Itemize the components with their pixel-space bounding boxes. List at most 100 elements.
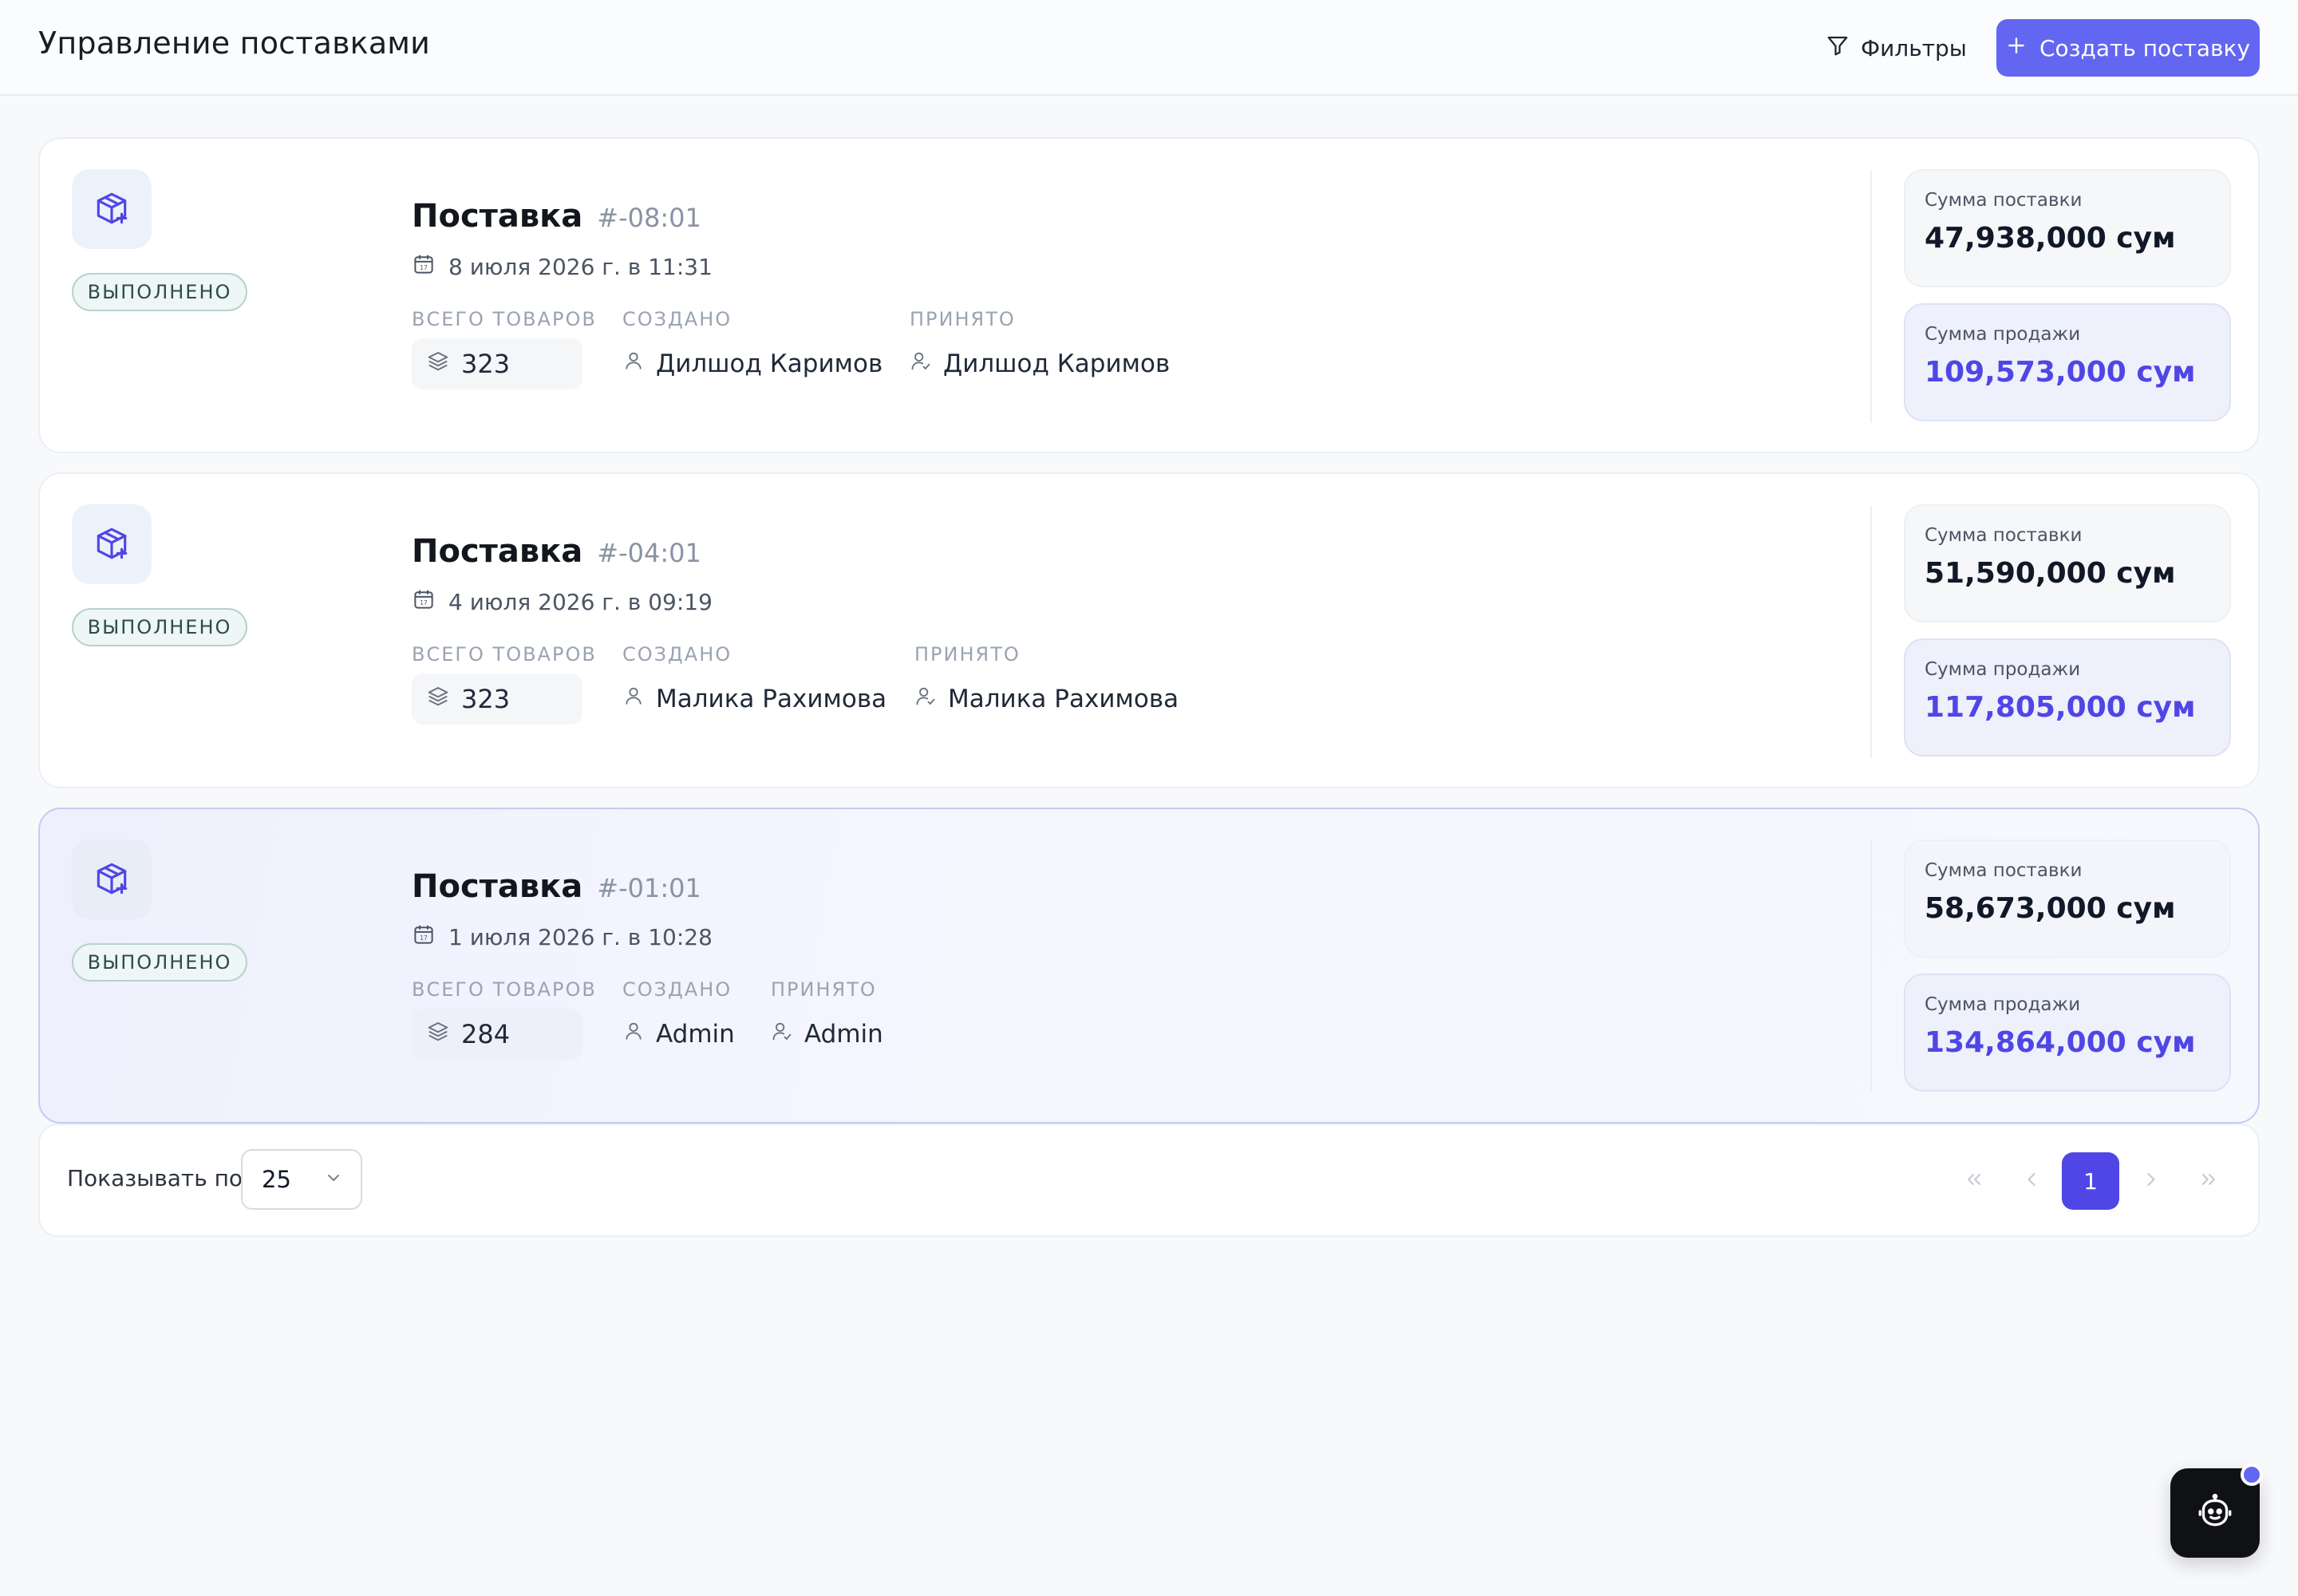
filters-button[interactable]: Фильтры xyxy=(1826,29,1967,67)
user-icon xyxy=(622,685,645,713)
layers-icon xyxy=(426,684,450,714)
svg-text:17: 17 xyxy=(420,599,428,606)
status-badge: ВЫПОЛНЕНО xyxy=(72,943,247,982)
total-items-label: ВСЕГО ТОВАРОВ xyxy=(412,978,597,1001)
shipment-card[interactable]: ВЫПОЛНЕНО Поставка #-08:01 17 8 июля 202… xyxy=(38,137,2260,453)
accepted-by: Admin xyxy=(771,1010,883,1058)
shipment-date-text: 4 июля 2026 г. в 09:19 xyxy=(448,589,713,615)
shipment-date: 17 1 июля 2026 г. в 10:28 xyxy=(412,922,713,952)
total-items-count: 323 xyxy=(412,338,582,389)
filters-label: Фильтры xyxy=(1861,34,1967,61)
create-shipment-label: Создать поставку xyxy=(2039,34,2251,61)
accepted-by-name: Малика Рахимова xyxy=(948,685,1179,713)
create-shipment-button[interactable]: Создать поставку xyxy=(1996,19,2260,77)
created-by-name: Малика Рахимова xyxy=(656,685,887,713)
page-button-current[interactable]: 1 xyxy=(2062,1152,2119,1210)
created-by: Малика Рахимова xyxy=(622,675,886,723)
shipment-date: 17 4 июля 2026 г. в 09:19 xyxy=(412,587,713,617)
shipment-number: #-01:01 xyxy=(597,873,701,903)
user-icon xyxy=(622,350,645,378)
shipment-title-text: Поставка xyxy=(412,533,583,570)
shipment-card[interactable]: ВЫПОЛНЕНО Поставка #-04:01 17 4 июля 202… xyxy=(38,472,2260,788)
cost-sum-value: 58,673,000 сум xyxy=(1925,892,2176,925)
chevron-right-icon xyxy=(2140,1168,2162,1194)
sale-sum-box: Сумма продажи 117,805,000 сум xyxy=(1904,638,2231,757)
chevrons-left-icon xyxy=(1963,1168,1985,1194)
per-page-select[interactable]: 25 xyxy=(241,1149,362,1210)
user-check-icon xyxy=(771,1020,793,1049)
created-label: СОЗДАНО xyxy=(622,978,732,1001)
shipment-title-text: Поставка xyxy=(412,198,583,235)
accepted-by-name: Дилшод Каримов xyxy=(943,350,1171,378)
cost-sum-box: Сумма поставки 58,673,000 сум xyxy=(1904,839,2231,958)
svg-text:17: 17 xyxy=(420,934,428,942)
sale-sum-label: Сумма продажи xyxy=(1925,994,2081,1015)
package-add-icon xyxy=(72,504,152,584)
total-items-value: 284 xyxy=(461,1019,511,1049)
layers-icon xyxy=(426,1019,450,1049)
card-divider xyxy=(1870,506,1872,758)
layers-icon xyxy=(426,349,450,379)
top-bar: Управление поставками Фильтры Создать по… xyxy=(0,0,2298,96)
cost-sum-value: 51,590,000 сум xyxy=(1925,557,2176,590)
chevron-left-icon xyxy=(2020,1168,2043,1194)
shipment-number: #-04:01 xyxy=(597,538,701,568)
per-page-value: 25 xyxy=(262,1166,291,1193)
filter-icon xyxy=(1826,34,1850,63)
shipment-date-text: 8 июля 2026 г. в 11:31 xyxy=(448,254,713,280)
shipment-card-selected[interactable]: ВЫПОЛНЕНО Поставка #-01:01 17 1 июля 202… xyxy=(38,808,2260,1124)
shipment-title-text: Поставка xyxy=(412,868,583,905)
chevrons-right-icon xyxy=(2197,1168,2220,1194)
card-divider xyxy=(1870,841,1872,1093)
shipment-title: Поставка #-04:01 xyxy=(412,533,701,570)
created-by: Дилшод Каримов xyxy=(622,340,882,388)
created-by: Admin xyxy=(622,1010,735,1058)
plus-icon xyxy=(2006,35,2027,61)
cost-sum-label: Сумма поставки xyxy=(1925,860,2083,881)
calendar-icon: 17 xyxy=(412,252,436,282)
shipment-title: Поставка #-01:01 xyxy=(412,868,701,905)
cost-sum-label: Сумма поставки xyxy=(1925,525,2083,546)
total-items-count: 284 xyxy=(412,1009,582,1060)
total-items-value: 323 xyxy=(461,684,511,714)
sale-sum-box: Сумма продажи 109,573,000 сум xyxy=(1904,303,2231,421)
first-page-button[interactable] xyxy=(1945,1152,2003,1210)
last-page-button[interactable] xyxy=(2180,1152,2237,1210)
user-icon xyxy=(622,1020,645,1049)
cost-sum-value: 47,938,000 сум xyxy=(1925,222,2176,255)
package-add-icon xyxy=(72,839,152,919)
created-by-name: Дилшод Каримов xyxy=(656,350,883,378)
per-page-label: Показывать по xyxy=(67,1165,243,1191)
sale-sum-value: 117,805,000 сум xyxy=(1925,691,2196,724)
total-items-value: 323 xyxy=(461,349,511,379)
total-items-count: 323 xyxy=(412,674,582,725)
sale-sum-value: 109,573,000 сум xyxy=(1925,356,2196,389)
accepted-label: ПРИНЯТО xyxy=(914,643,1021,666)
cost-sum-box: Сумма поставки 51,590,000 сум xyxy=(1904,504,2231,622)
pagination-bar: Показывать по 25 1 xyxy=(38,1124,2260,1237)
created-label: СОЗДАНО xyxy=(622,643,732,666)
shipment-date-text: 1 июля 2026 г. в 10:28 xyxy=(448,924,713,950)
accepted-label: ПРИНЯТО xyxy=(910,308,1016,330)
accepted-by-name: Admin xyxy=(804,1020,883,1049)
sale-sum-value: 134,864,000 сум xyxy=(1925,1026,2196,1059)
package-add-icon xyxy=(72,169,152,249)
prev-page-button[interactable] xyxy=(2003,1152,2060,1210)
calendar-icon: 17 xyxy=(412,587,436,617)
card-divider xyxy=(1870,171,1872,423)
sale-sum-box: Сумма продажи 134,864,000 сум xyxy=(1904,974,2231,1092)
calendar-icon: 17 xyxy=(412,922,436,952)
page-title: Управление поставками xyxy=(38,26,431,61)
shipment-date: 17 8 июля 2026 г. в 11:31 xyxy=(412,252,713,282)
next-page-button[interactable] xyxy=(2122,1152,2180,1210)
shipment-number: #-08:01 xyxy=(597,203,701,233)
bot-icon xyxy=(2195,1491,2235,1535)
sale-sum-label: Сумма продажи xyxy=(1925,659,2081,680)
shipment-title: Поставка #-08:01 xyxy=(412,198,701,235)
cost-sum-box: Сумма поставки 47,938,000 сум xyxy=(1904,169,2231,287)
user-check-icon xyxy=(910,350,932,378)
svg-text:17: 17 xyxy=(420,264,428,271)
accepted-by: Дилшод Каримов xyxy=(910,340,1170,388)
total-items-label: ВСЕГО ТОВАРОВ xyxy=(412,643,597,666)
accepted-label: ПРИНЯТО xyxy=(771,978,877,1001)
